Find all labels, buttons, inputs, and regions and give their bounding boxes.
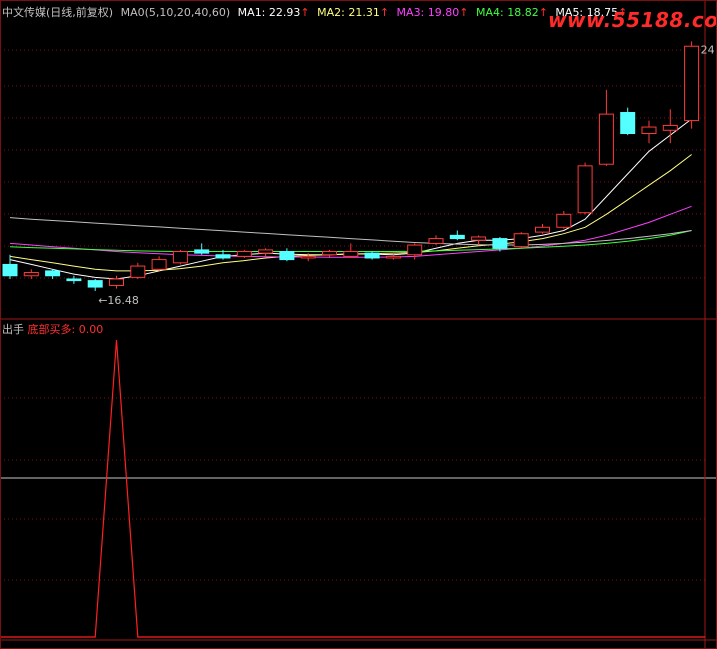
ma4-label: MA4: 18.82: [475, 6, 539, 19]
chart-title: 中文传媒(日线,前复权): [2, 6, 114, 19]
ma-params-label: MA0(5,10,20,40,60): [120, 6, 231, 19]
candle-body: [684, 45, 700, 122]
ma3-label: MA3: 19.80: [396, 6, 460, 19]
candle-body: [364, 252, 380, 259]
ma1-label: MA1: 22.93: [237, 6, 301, 19]
stock-chart: ←16.48 24: [0, 0, 717, 649]
candle-body: [662, 124, 678, 131]
candle-body: [215, 254, 231, 259]
candle-body: [343, 251, 359, 257]
candle-body: [2, 263, 18, 277]
candle-body: [428, 238, 444, 244]
high-price-label: 24: [701, 43, 715, 56]
candle-body: [492, 238, 508, 249]
candle-body: [279, 251, 295, 261]
candle-body: [620, 112, 636, 135]
candle-body: [598, 113, 614, 165]
indicator-name: 出手: [2, 323, 24, 336]
candle-body: [556, 213, 572, 228]
ma1-arrow: ↑: [300, 6, 310, 19]
indicator-line-bottom-buy: [0, 339, 705, 638]
candle-body: [236, 251, 252, 257]
low-price-label: ←16.48: [98, 294, 139, 307]
candle-body: [385, 255, 401, 259]
ma2-arrow: ↑: [379, 6, 390, 19]
candle-body: [45, 270, 61, 277]
candle-body: [172, 251, 188, 264]
candle-body: [130, 265, 146, 278]
candle-body: [322, 251, 337, 256]
candle-body: [151, 259, 167, 270]
ma2-label: MA2: 21.31: [317, 6, 380, 19]
candle-body: [23, 272, 39, 277]
candle-body: [66, 278, 82, 282]
candle-body: [258, 249, 274, 254]
candle-body: [535, 226, 550, 233]
ma3-arrow: ↑: [459, 6, 469, 19]
candle-body: [407, 244, 423, 256]
ma-line-ma5: [9, 217, 692, 246]
candle-body: [513, 233, 529, 248]
candle-body: [449, 234, 465, 240]
candle-body: [87, 280, 103, 288]
ma4-arrow: ↑: [538, 6, 548, 19]
candle-body: [641, 126, 657, 135]
candle-body: [300, 255, 316, 259]
watermark-logo: www.55188.com: [548, 8, 717, 32]
candle-body: [577, 165, 593, 214]
main-chart-header: 中文传媒(日线,前复权) MA0(5,10,20,40,60) MA1: 22.…: [2, 4, 631, 20]
indicator-header: 出手 底部买多: 0.00: [2, 321, 103, 337]
candle-body: [471, 236, 487, 241]
indicator-series-label: 底部买多: 0.00: [27, 323, 104, 336]
candle-body: [194, 249, 210, 254]
candle-body: [109, 278, 124, 286]
